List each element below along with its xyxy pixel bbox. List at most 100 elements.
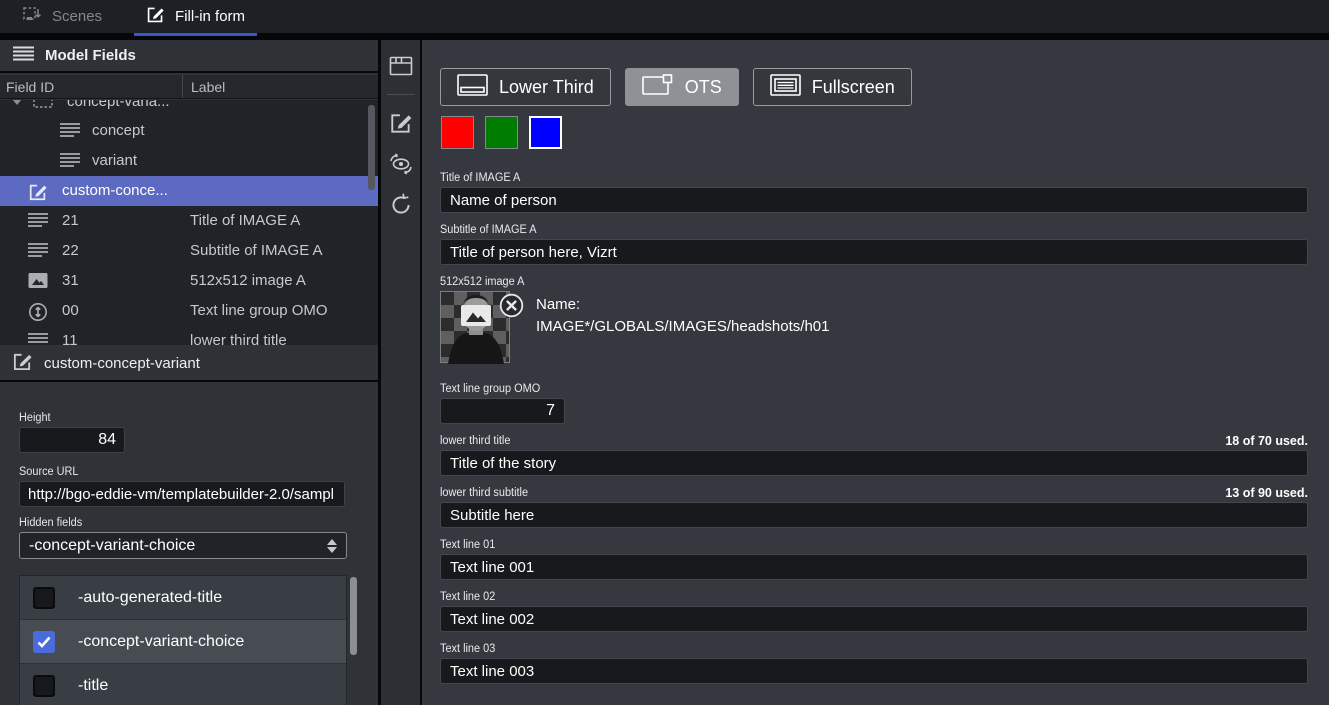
- field-label: Subtitle of IMAGE A: [440, 224, 1265, 236]
- swatch-red[interactable]: [441, 116, 474, 149]
- scenes-icon: [22, 5, 42, 28]
- option-label: -title: [78, 677, 108, 695]
- hamburger-icon: [13, 46, 34, 65]
- field-label: lower third title: [440, 435, 1265, 447]
- swatch-blue[interactable]: [529, 116, 562, 149]
- checkbox[interactable]: [33, 675, 55, 697]
- table-row[interactable]: concept: [0, 116, 378, 146]
- list-item[interactable]: -auto-generated-title: [20, 576, 346, 620]
- table-row[interactable]: 31 512x512 image A: [0, 266, 378, 296]
- table-row[interactable]: variant: [0, 146, 378, 176]
- edit-icon: [146, 5, 165, 28]
- active-tab-underline: [134, 33, 257, 36]
- column-label[interactable]: Label: [183, 79, 225, 95]
- field-label: Text line 01: [440, 539, 1265, 551]
- select-arrows-icon: [327, 539, 337, 553]
- text-lines-icon: [60, 152, 80, 168]
- variant-buttons: Lower Third OTS: [440, 68, 1308, 106]
- checkbox[interactable]: [33, 587, 55, 609]
- height-input[interactable]: [19, 427, 125, 453]
- text-line-group-omo-input[interactable]: [440, 398, 565, 424]
- lower-third-button[interactable]: Lower Third: [440, 68, 611, 106]
- hidden-fields-select[interactable]: -concept-variant-choice: [19, 532, 347, 559]
- hidden-fields-listbox-wrap: -auto-generated-title -concept-variant-c…: [19, 575, 359, 705]
- field-subtitle-of-image-a: Subtitle of IMAGE A: [440, 224, 1308, 265]
- image-info: Name: IMAGE*/GLOBALS/IMAGES/headshots/h0…: [536, 291, 829, 367]
- button-label: Lower Third: [499, 77, 594, 98]
- list-item[interactable]: -concept-variant-choice: [20, 620, 346, 664]
- table-row-partial-clip: concept-varia...: [0, 100, 378, 116]
- field-label: Text line group OMO: [440, 383, 1265, 395]
- tab-scenes[interactable]: Scenes: [0, 0, 124, 33]
- field-label: Title of IMAGE A: [190, 212, 300, 229]
- fullscreen-icon: [770, 74, 801, 101]
- table-row[interactable]: 21 Title of IMAGE A: [0, 206, 378, 236]
- height-label: Height: [19, 412, 360, 424]
- table-row-selected[interactable]: custom-conce...: [0, 176, 378, 206]
- hidden-fields-listbox: -auto-generated-title -concept-variant-c…: [19, 575, 347, 705]
- text-lines-icon: [28, 242, 48, 258]
- checkbox[interactable]: [33, 631, 55, 653]
- field-text-line-01: Text line 01: [440, 539, 1308, 580]
- option-label: -concept-variant-choice: [78, 633, 244, 651]
- selected-field-header: custom-concept-variant: [0, 347, 378, 382]
- text-line-02-input[interactable]: [440, 606, 1308, 632]
- field-id: concept: [92, 122, 145, 139]
- option-label: -auto-generated-title: [78, 589, 222, 607]
- image-path: IMAGE*/GLOBALS/IMAGES/headshots/h01: [536, 316, 829, 338]
- field-id: 22: [62, 242, 79, 259]
- text-lines-icon: [60, 122, 80, 138]
- field-id: 21: [62, 212, 79, 229]
- lower-third-title-input[interactable]: [440, 450, 1308, 476]
- toolbar-divider: [387, 94, 415, 95]
- button-label: OTS: [685, 77, 722, 98]
- table-row[interactable]: 00 Text line group OMO: [0, 296, 378, 326]
- tab-fill-in-form[interactable]: Fill-in form: [124, 0, 267, 33]
- color-swatches: [441, 116, 1308, 149]
- window-icon[interactable]: [384, 49, 418, 83]
- listbox-scrollbar-thumb[interactable]: [350, 577, 357, 655]
- table-row[interactable]: 11 lower third title: [0, 326, 378, 345]
- lower-third-subtitle-input[interactable]: [440, 502, 1308, 528]
- model-fields-header: Model Fields: [0, 40, 378, 73]
- swatch-green[interactable]: [485, 116, 518, 149]
- column-field-id[interactable]: Field ID: [0, 75, 183, 98]
- table-column-headers: Field ID Label: [0, 75, 378, 99]
- field-text-line-02: Text line 02: [440, 591, 1308, 632]
- table-row[interactable]: 22 Subtitle of IMAGE A: [0, 236, 378, 266]
- text-line-01-input[interactable]: [440, 554, 1308, 580]
- title-of-image-a-input[interactable]: [440, 187, 1308, 213]
- field-label: Subtitle of IMAGE A: [190, 242, 323, 259]
- text-lines-icon: [28, 332, 48, 345]
- field-id: 11: [62, 332, 78, 345]
- ots-button[interactable]: OTS: [625, 68, 739, 106]
- subtitle-of-image-a-input[interactable]: [440, 239, 1308, 265]
- refresh-icon[interactable]: [384, 188, 418, 222]
- text-line-03-input[interactable]: [440, 658, 1308, 684]
- source-url-input[interactable]: [19, 481, 345, 507]
- expand-caret-icon[interactable]: [12, 100, 22, 105]
- main-area: Model Fields Field ID Label: [0, 40, 1329, 705]
- table-row[interactable]: concept-varia...: [0, 100, 378, 116]
- clear-image-button[interactable]: [499, 293, 524, 318]
- tree-scrollbar-thumb[interactable]: [368, 105, 375, 190]
- field-text-line-03: Text line 03: [440, 643, 1308, 684]
- field-id: 31: [62, 272, 79, 289]
- edit-icon[interactable]: [384, 106, 418, 140]
- char-counter: 13 of 90 used.: [1225, 486, 1308, 500]
- field-properties: Height Source URL Hidden fields -concept…: [0, 384, 378, 705]
- lower-third-icon: [457, 74, 488, 101]
- field-image-a: 512x512 image A: [440, 276, 1308, 367]
- tab-label: Scenes: [52, 8, 102, 25]
- preview-eye-icon[interactable]: [384, 147, 418, 181]
- group-dashed-icon: [33, 100, 53, 108]
- fill-in-form-panel: Lower Third OTS: [422, 40, 1329, 705]
- field-lower-third-title: lower third title 18 of 70 used.: [440, 435, 1308, 476]
- char-counter: 18 of 70 used.: [1225, 434, 1308, 448]
- text-lines-icon: [28, 212, 48, 228]
- list-item[interactable]: -title: [20, 664, 346, 705]
- field-title-of-image-a: Title of IMAGE A: [440, 172, 1308, 213]
- fullscreen-button[interactable]: Fullscreen: [753, 68, 912, 106]
- field-lower-third-subtitle: lower third subtitle 13 of 90 used.: [440, 487, 1308, 528]
- field-label: Text line group OMO: [190, 302, 328, 319]
